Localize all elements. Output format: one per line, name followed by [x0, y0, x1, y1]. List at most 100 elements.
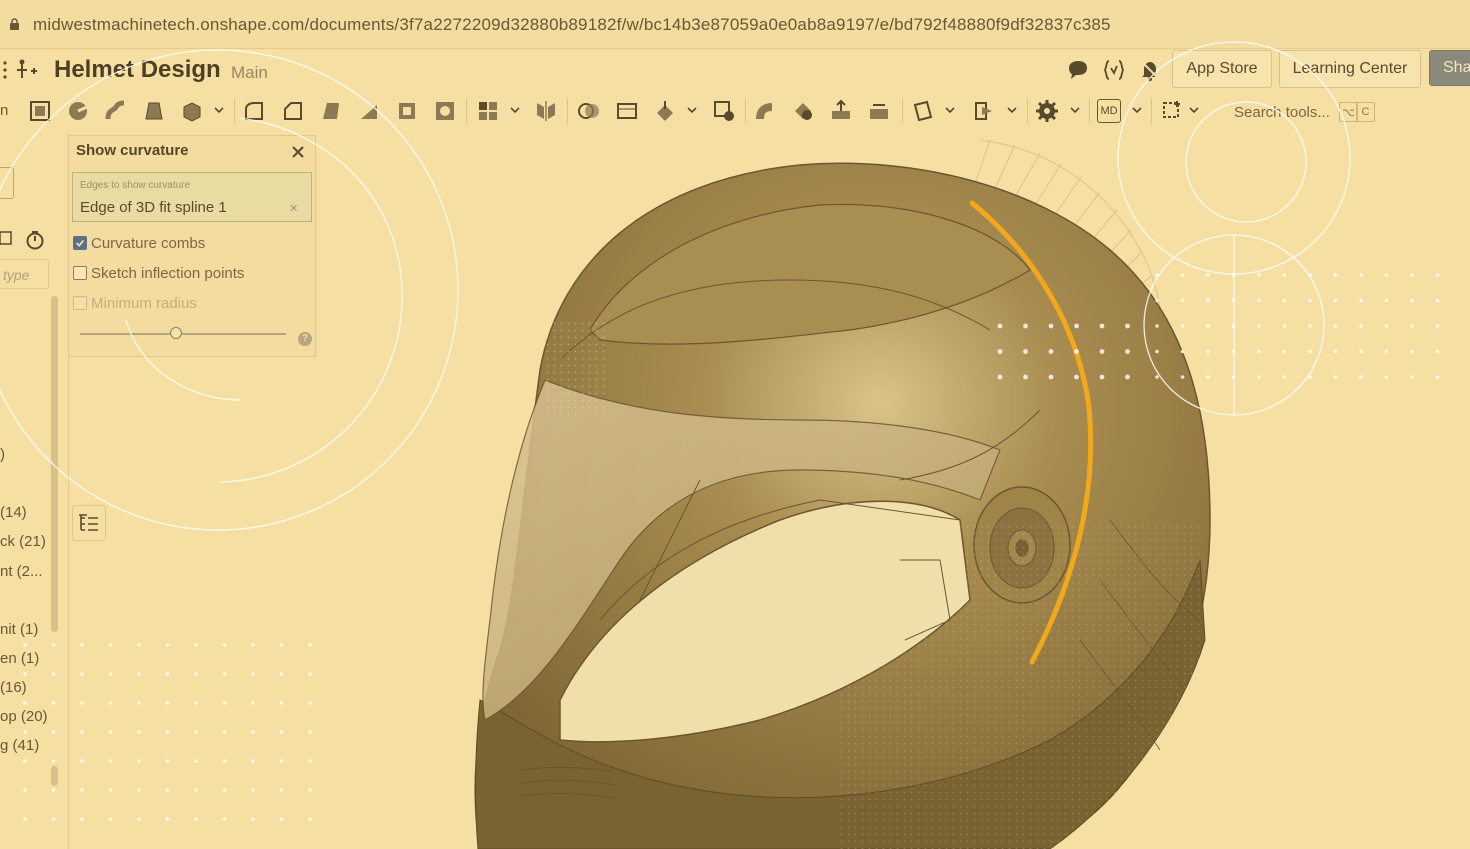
document-title[interactable]: Helmet Design — [54, 56, 221, 84]
decor-dot — [108, 701, 113, 705]
decor-dot — [279, 701, 284, 705]
delete-part-icon[interactable] — [712, 99, 736, 123]
feature-list-item[interactable]: nit (1) — [0, 621, 38, 638]
custom-feature-icon[interactable] — [1160, 99, 1184, 123]
chevron-down-icon[interactable] — [1188, 104, 1200, 116]
chevron-down-icon[interactable] — [686, 104, 698, 116]
help-icon[interactable]: ? — [298, 332, 312, 346]
pattern-icon[interactable] — [476, 99, 500, 123]
chevron-down-icon[interactable] — [1131, 104, 1143, 116]
boolean-icon[interactable] — [577, 99, 601, 123]
rib-icon[interactable] — [357, 99, 381, 123]
sketch-icon[interactable] — [28, 99, 52, 123]
decor-dot — [137, 817, 141, 821]
toolbar-divider — [466, 98, 467, 124]
delete-face-icon[interactable] — [791, 99, 815, 123]
feature-list-item[interactable]: ) — [0, 446, 5, 463]
thicken-icon[interactable] — [180, 99, 204, 123]
model-data-button[interactable]: MD — [1097, 99, 1121, 123]
decor-dot — [308, 817, 312, 821]
decor-dot — [108, 643, 113, 647]
transform-icon[interactable] — [653, 99, 677, 123]
branch-label[interactable]: Main — [231, 63, 268, 83]
feature-list-scrollbar-lower[interactable] — [51, 766, 58, 786]
toolbar-divider — [1027, 98, 1028, 124]
decor-dot — [251, 759, 255, 763]
draft-icon[interactable] — [319, 99, 343, 123]
shell-icon[interactable] — [395, 99, 419, 123]
comb-density-slider[interactable] — [80, 333, 286, 335]
clear-selection-icon[interactable]: ✕ — [289, 202, 298, 215]
revolve-icon[interactable] — [66, 99, 90, 123]
share-button[interactable]: Sha — [1429, 50, 1470, 86]
curvature-combs-label: Curvature combs — [91, 235, 206, 252]
shortcut-key: C — [1356, 102, 1375, 122]
gear-icon[interactable] — [1035, 99, 1059, 123]
inflection-points-checkbox[interactable] — [73, 266, 87, 280]
decor-dot — [80, 730, 84, 734]
decor-dot — [80, 701, 84, 705]
filter-dropdown[interactable] — [0, 167, 14, 199]
feature-list-item[interactable]: nt (2... — [0, 563, 43, 580]
chevron-down-icon[interactable] — [509, 104, 521, 116]
rollback-icon[interactable] — [0, 231, 12, 245]
close-icon[interactable] — [290, 144, 306, 160]
slider-handle[interactable] — [170, 327, 182, 339]
decor-dot — [80, 759, 84, 763]
decor-dot — [194, 701, 198, 705]
replace-face-icon[interactable] — [867, 99, 891, 123]
feature-list-item[interactable]: (14) — [0, 504, 27, 521]
decor-dot — [251, 643, 255, 647]
comment-icon[interactable] — [1066, 58, 1090, 82]
decor-dot — [308, 788, 312, 792]
decor-dot — [137, 701, 141, 705]
selection-value[interactable]: Edge of 3D fit spline 1 — [80, 199, 227, 216]
loft-icon[interactable] — [142, 99, 166, 123]
chevron-down-icon[interactable] — [1006, 104, 1018, 116]
decor-dot — [194, 730, 198, 734]
sweep-icon[interactable] — [104, 99, 128, 123]
split-icon[interactable] — [615, 99, 639, 123]
modify-fillet-icon[interactable] — [752, 99, 776, 123]
decor-dot — [137, 759, 141, 763]
feature-list-scrollbar[interactable] — [51, 296, 58, 632]
mate-connector-icon[interactable] — [972, 99, 996, 123]
notification-icon[interactable] — [1138, 58, 1162, 82]
halftone-overlay — [545, 320, 605, 420]
feature-list-item[interactable]: g (41) — [0, 737, 39, 754]
chamfer-icon[interactable] — [281, 99, 305, 123]
app-store-button[interactable]: App Store — [1172, 50, 1272, 88]
feature-list-item[interactable]: ck (21) — [0, 533, 46, 550]
feature-list-item[interactable]: en (1) — [0, 650, 39, 667]
feature-list-item[interactable]: op (20) — [0, 708, 48, 725]
toolbar-divider — [234, 98, 235, 124]
plane-icon[interactable] — [911, 99, 935, 123]
feature-filter-input[interactable]: type — [0, 259, 49, 289]
minimum-radius-checkbox[interactable] — [73, 296, 87, 310]
browser-address-bar[interactable]: midwestmachinetech.onshape.com/documents… — [0, 0, 1470, 49]
decor-dot — [165, 817, 170, 821]
graphics-viewport[interactable] — [316, 132, 1470, 849]
decor-dot — [251, 788, 255, 792]
add-feature-icon[interactable] — [16, 58, 38, 80]
mirror-icon[interactable] — [534, 99, 558, 123]
chevron-down-icon[interactable] — [944, 104, 956, 116]
url-text[interactable]: midwestmachinetech.onshape.com/documents… — [33, 15, 1111, 35]
decor-dot — [80, 817, 84, 821]
move-face-icon[interactable] — [829, 99, 853, 123]
chevron-down-icon[interactable] — [213, 104, 225, 116]
decor-dot — [251, 701, 255, 705]
hole-icon[interactable] — [433, 99, 457, 123]
halftone-overlay — [840, 520, 1200, 849]
timer-icon[interactable] — [25, 230, 45, 250]
variable-icon[interactable] — [1102, 58, 1126, 82]
decor-dot — [279, 817, 284, 821]
learning-center-button[interactable]: Learning Center — [1279, 50, 1421, 88]
decor-dot — [108, 672, 113, 676]
feature-list-toggle[interactable] — [72, 505, 106, 541]
feature-list-item[interactable]: (16) — [0, 679, 27, 696]
chevron-down-icon[interactable] — [1069, 104, 1081, 116]
curvature-combs-checkbox[interactable] — [73, 236, 87, 250]
menu-dots-icon[interactable] — [2, 60, 8, 80]
fillet-icon[interactable] — [242, 99, 266, 123]
